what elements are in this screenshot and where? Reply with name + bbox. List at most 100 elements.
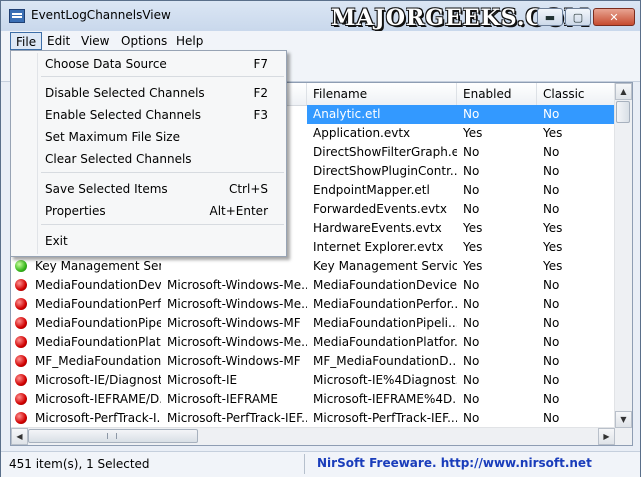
app-icon	[9, 9, 25, 23]
menu-help[interactable]: Help	[171, 32, 208, 50]
table-row[interactable]: MediaFoundationPipe... Microsoft-Windows-…	[11, 314, 615, 333]
cell-filename: MediaFoundationPipeli...	[313, 316, 457, 330]
cell-name: MediaFoundationDevi...	[35, 278, 161, 292]
menu-file[interactable]: File	[10, 32, 43, 50]
cell-classic: No	[543, 335, 560, 349]
minimize-button[interactable]: ▬	[537, 8, 563, 26]
menu-item-label: Properties	[45, 204, 106, 218]
cell-filename: Microsoft-IEFRAME%4D...	[313, 392, 457, 406]
menu-options[interactable]: Options	[116, 32, 172, 50]
cell-filename: MediaFoundationPlatfor...	[313, 335, 457, 349]
column-header-classic[interactable]: Classic	[537, 83, 615, 105]
scroll-down-button[interactable]: ▼	[615, 411, 632, 428]
cell-classic: Yes	[543, 240, 563, 254]
cell-classic: No	[543, 107, 560, 121]
scroll-up-button[interactable]: ▲	[615, 83, 632, 100]
status-disabled-icon	[15, 355, 27, 367]
table-row[interactable]: MF_MediaFoundation... Microsoft-Windows-M…	[11, 352, 615, 371]
status-disabled-icon	[15, 412, 27, 424]
menu-item-clear-selected-channels[interactable]: Clear Selected Channels	[13, 149, 284, 169]
cell-name: MediaFoundationPlat...	[35, 335, 161, 349]
cell-classic: No	[543, 392, 560, 406]
cell-filename: ForwardedEvents.evtx	[313, 202, 447, 216]
table-row[interactable]: MediaFoundationPerf... Microsoft-Windows-…	[11, 295, 615, 314]
menu-separator	[41, 172, 284, 173]
menu-item-label: Choose Data Source	[45, 57, 167, 71]
status-item-count: 451 item(s), 1 Selected	[9, 457, 150, 471]
cell-enabled: No	[463, 392, 480, 406]
cell-provider: Microsoft-Windows-Me...	[167, 278, 307, 292]
vertical-scrollbar[interactable]: ▲ ▼	[614, 83, 632, 428]
menu-item-exit[interactable]: Exit	[13, 231, 284, 251]
cell-enabled: No	[463, 145, 480, 159]
cell-name: MediaFoundationPipe...	[35, 316, 161, 330]
cell-filename: Microsoft-IE%4Diagnost...	[313, 373, 457, 387]
cell-filename: Application.evtx	[313, 126, 411, 140]
menu-item-save-selected-items[interactable]: Save Selected Items Ctrl+S	[13, 179, 284, 199]
nirsoft-link[interactable]: NirSoft Freeware. http://www.nirsoft.net	[317, 456, 592, 470]
table-row[interactable]: Microsoft-IE/Diagnostic Microsoft-IE Micro…	[11, 371, 615, 390]
status-disabled-icon	[15, 279, 27, 291]
cell-filename: MF_MediaFoundationD...	[313, 354, 457, 368]
cell-enabled: No	[463, 411, 480, 425]
menu-item-disable-selected-channels[interactable]: Disable Selected Channels F2	[13, 83, 284, 103]
cell-enabled: Yes	[463, 240, 483, 254]
cell-provider: Microsoft-IE	[167, 373, 238, 387]
table-row[interactable]: Microsoft-IEFRAME/D... Microsoft-IEFRAME M…	[11, 390, 615, 409]
cell-provider: Microsoft-PerfTrack-IEF...	[167, 411, 307, 425]
cell-classic: No	[543, 278, 560, 292]
status-disabled-icon	[15, 298, 27, 310]
cell-provider	[161, 257, 307, 276]
cell-filename: Analytic.etl	[313, 107, 381, 121]
menu-view[interactable]: View	[76, 32, 114, 50]
vertical-scroll-thumb[interactable]	[616, 101, 630, 123]
menu-item-properties[interactable]: Properties Alt+Enter	[13, 201, 284, 221]
scroll-right-button[interactable]: ▶	[598, 428, 615, 445]
cell-filename: EndpointMapper.etl	[313, 183, 430, 197]
cell-classic: No	[543, 354, 560, 368]
menu-item-label: Save Selected Items	[45, 182, 168, 196]
menu-item-set-maximum-file-size[interactable]: Set Maximum File Size	[13, 127, 284, 147]
table-row[interactable]: Key Management Ser... Key Management Serv…	[11, 257, 615, 276]
close-button[interactable]: ✕	[593, 8, 635, 26]
cell-enabled: Yes	[463, 221, 483, 235]
horizontal-scroll-thumb[interactable]	[28, 429, 198, 443]
window-title: EventLogChannelsView	[31, 8, 171, 22]
maximize-button[interactable]: ▢	[565, 8, 591, 26]
cell-provider: Microsoft-Windows-MF	[167, 354, 301, 368]
cell-classic: No	[543, 164, 560, 178]
menu-item-label: Disable Selected Channels	[45, 86, 205, 100]
scroll-left-button[interactable]: ◀	[11, 428, 28, 445]
table-row[interactable]: MediaFoundationPlat... Microsoft-Windows-…	[11, 333, 615, 352]
column-header-filename[interactable]: Filename	[307, 83, 457, 105]
menu-edit[interactable]: Edit	[42, 32, 75, 50]
menu-item-choose-data-source[interactable]: Choose Data Source F7	[13, 54, 284, 74]
cell-enabled: No	[463, 373, 480, 387]
file-menu-dropdown: Choose Data Source F7 Disable Selected Cha…	[10, 50, 287, 257]
menu-item-shortcut: F3	[253, 108, 268, 122]
app-window: EventLogChannelsView MAJORGEEKS.COM ▬ ▢ …	[0, 0, 641, 477]
menu-item-label: Clear Selected Channels	[45, 152, 192, 166]
cell-enabled: No	[463, 335, 480, 349]
cell-classic: Yes	[543, 259, 563, 273]
cell-filename: DirectShowFilterGraph.etl	[313, 145, 457, 159]
cell-enabled: No	[463, 316, 480, 330]
cell-enabled: No	[463, 202, 480, 216]
cell-classic: No	[543, 145, 560, 159]
cell-enabled: No	[463, 278, 480, 292]
table-row[interactable]: MediaFoundationDevi... Microsoft-Windows-…	[11, 276, 615, 295]
column-header-enabled[interactable]: Enabled	[457, 83, 537, 105]
title-bar[interactable]: EventLogChannelsView MAJORGEEKS.COM ▬ ▢ …	[1, 1, 640, 31]
menu-item-enable-selected-channels[interactable]: Enable Selected Channels F3	[13, 105, 284, 125]
cell-filename: MediaFoundationDevice...	[313, 278, 457, 292]
cell-classic: No	[543, 373, 560, 387]
cell-filename: Internet Explorer.evtx	[313, 240, 444, 254]
horizontal-scrollbar[interactable]: ◀ ▶	[11, 427, 615, 445]
cell-filename: HardwareEvents.evtx	[313, 221, 442, 235]
cell-filename: Key Management Servic...	[313, 259, 457, 273]
table-row[interactable]: Microsoft-PerfTrack-I... Microsoft-PerfTr…	[11, 409, 615, 428]
cell-classic: Yes	[543, 126, 563, 140]
status-enabled-icon	[15, 260, 27, 272]
cell-name: MF_MediaFoundation...	[35, 354, 161, 368]
cell-enabled: Yes	[463, 259, 483, 273]
